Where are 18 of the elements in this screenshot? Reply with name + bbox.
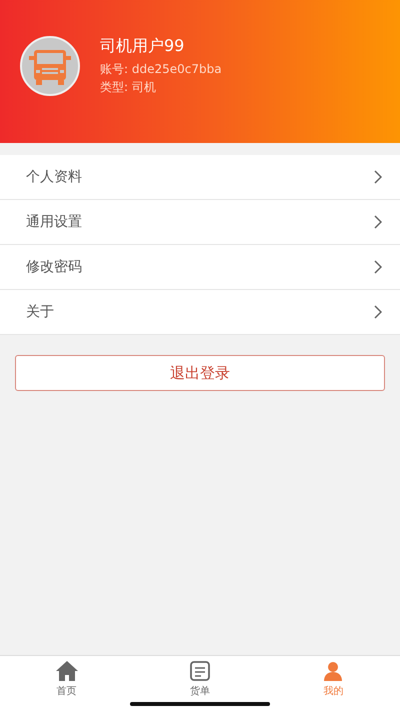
tab-item[interactable]: 货单 xyxy=(133,656,267,711)
chevron-right-icon xyxy=(374,305,382,319)
logout-button[interactable]: 退出登录 xyxy=(15,355,385,391)
menu-item[interactable]: 修改密码 xyxy=(0,245,400,290)
chevron-right-icon xyxy=(374,260,382,274)
menu-item[interactable]: 关于 xyxy=(0,290,400,335)
menu-item[interactable]: 个人资料 xyxy=(0,155,400,200)
user-icon xyxy=(322,660,344,682)
chevron-right-icon xyxy=(374,170,382,184)
account-id: 账号: dde25e0c7bba xyxy=(100,60,222,78)
user-name: 司机用户99 xyxy=(100,36,186,56)
tab-item[interactable]: 首页 xyxy=(0,656,134,711)
truck-avatar-icon xyxy=(20,36,80,96)
user-type: 类型: 司机 xyxy=(100,78,157,96)
chevron-right-icon xyxy=(374,215,382,229)
home-icon xyxy=(54,660,79,682)
list-icon xyxy=(188,660,211,682)
menu-item[interactable]: 通用设置 xyxy=(0,200,400,245)
